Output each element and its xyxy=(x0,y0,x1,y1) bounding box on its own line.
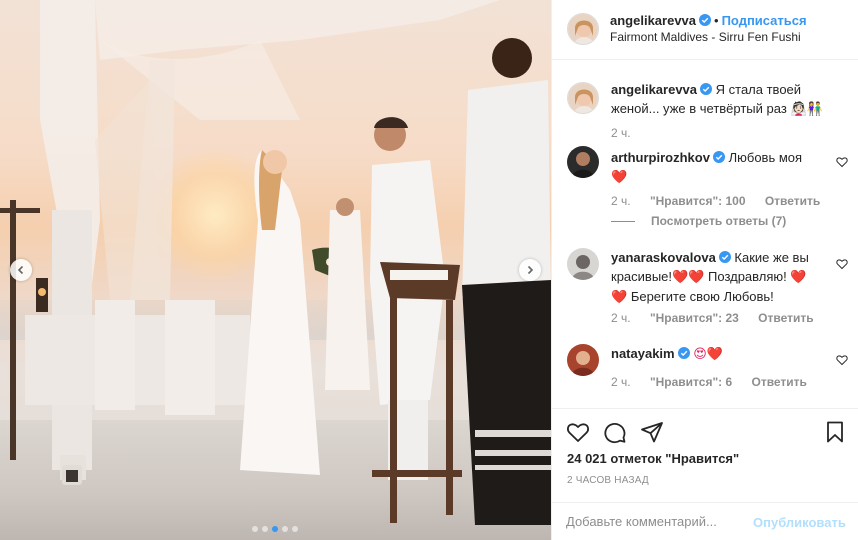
comment-body: Берегите свою Любовь! xyxy=(630,289,774,304)
reply-button[interactable]: Ответить xyxy=(765,194,820,208)
post-side-panel: angelikarevva • Подписаться Fairmont Maldi… xyxy=(551,0,858,540)
bookmark-icon[interactable] xyxy=(823,420,847,444)
avatar-image xyxy=(567,248,599,280)
comment-username[interactable]: arthurpirozhkov xyxy=(611,150,710,165)
caption-avatar[interactable] xyxy=(567,82,599,114)
comment-meta: 2 ч. "Нравится": 23 Ответить xyxy=(611,311,830,325)
comment-emoji: ❤️ xyxy=(611,170,628,185)
share-icon[interactable] xyxy=(640,420,664,444)
avatar-image xyxy=(567,146,599,178)
likes-count[interactable]: 24 021 отметок "Нравится" xyxy=(567,451,739,466)
view-replies-button[interactable]: Посмотреть ответы (7) xyxy=(611,214,786,228)
view-replies-label: Посмотреть ответы (7) xyxy=(651,214,787,228)
comment-input[interactable] xyxy=(566,514,746,529)
comment-meta: 2 ч. "Нравится": 6 Ответить xyxy=(611,375,823,389)
location-link[interactable]: Fairmont Maldives - Sirru Fen Fushi xyxy=(610,30,801,44)
carousel-dot xyxy=(272,526,278,532)
comment-emoji: 😍❤️ xyxy=(693,347,723,362)
carousel-dot xyxy=(292,526,298,532)
comment-body: Поздравляю! xyxy=(708,269,787,284)
author-username[interactable]: angelikarevva xyxy=(610,13,696,28)
comment-likes[interactable]: "Нравится": 6 xyxy=(650,375,732,389)
comment-avatar[interactable] xyxy=(567,146,599,178)
comment-body: красивые! xyxy=(611,269,673,284)
follow-button[interactable]: Подписаться xyxy=(722,13,807,28)
carousel-dot xyxy=(262,526,268,532)
comment-meta: 2 ч. "Нравится": 100 Ответить xyxy=(611,194,836,208)
author-avatar[interactable] xyxy=(567,13,599,45)
caption-text: angelikarevva Я стала твоей женой... уже… xyxy=(611,80,836,119)
comment-body: Какие же вы xyxy=(734,250,809,265)
carousel-dot xyxy=(252,526,258,532)
verified-badge-icon xyxy=(712,151,725,163)
header-separator: • xyxy=(714,13,719,28)
heart-icon[interactable] xyxy=(566,420,590,444)
caption-time[interactable]: 2 ч. xyxy=(611,126,631,140)
like-comment-heart-icon[interactable] xyxy=(836,258,848,270)
comment-body: Любовь моя xyxy=(728,150,803,165)
wedding-scene xyxy=(0,0,551,525)
comment-avatar[interactable] xyxy=(567,344,599,376)
verified-badge-icon xyxy=(677,347,690,359)
verified-badge-icon xyxy=(699,14,712,26)
post-header: angelikarevva • Подписаться Fairmont Maldi… xyxy=(552,0,858,60)
verified-badge-icon xyxy=(700,83,713,95)
comment-text: arthurpirozhkov Любовь моя ❤️ xyxy=(611,148,836,187)
comment-text: natayakim 😍❤️ xyxy=(611,344,836,364)
like-comment-heart-icon[interactable] xyxy=(836,354,848,366)
comment-username[interactable]: yanaraskovalova xyxy=(611,250,716,265)
post-actions: 24 021 отметок "Нравится" 2 ЧАСОВ НАЗАД … xyxy=(552,408,858,540)
comment-username[interactable]: natayakim xyxy=(611,346,675,361)
comment-time[interactable]: 2 ч. xyxy=(611,194,631,208)
post-timestamp[interactable]: 2 ЧАСОВ НАЗАД xyxy=(567,475,649,486)
reply-button[interactable]: Ответить xyxy=(758,311,813,325)
carousel-indicator xyxy=(252,526,298,532)
comment-icon[interactable] xyxy=(603,420,627,444)
post-photo[interactable] xyxy=(0,0,551,540)
add-comment-bar: Опубликовать xyxy=(552,502,858,540)
carousel-prev-button[interactable] xyxy=(10,259,32,281)
heart-emoji: ❤️ xyxy=(611,290,628,305)
comment-time[interactable]: 2 ч. xyxy=(611,375,631,389)
publish-button[interactable]: Опубликовать xyxy=(753,515,846,530)
comment-likes[interactable]: "Нравится": 23 xyxy=(650,311,739,325)
avatar-image xyxy=(567,344,599,376)
comment-time[interactable]: 2 ч. xyxy=(611,311,631,325)
comment-avatar[interactable] xyxy=(567,248,599,280)
comments-list: angelikarevva Я стала твоей женой... уже… xyxy=(552,72,858,408)
header-title-row: angelikarevva • Подписаться xyxy=(610,13,807,28)
heart-emoji: ❤️❤️ xyxy=(672,270,705,285)
chevron-right-icon xyxy=(527,265,534,275)
verified-badge-icon xyxy=(718,251,731,263)
comment-text: yanaraskovalova Какие же вы красивые!❤️❤… xyxy=(611,248,836,307)
carousel-dot xyxy=(282,526,288,532)
avatar-image xyxy=(568,83,598,113)
heart-emoji: ❤️ xyxy=(790,270,807,285)
reply-button[interactable]: Ответить xyxy=(751,375,806,389)
caption-username[interactable]: angelikarevva xyxy=(611,82,697,97)
replies-divider xyxy=(611,221,635,223)
carousel-next-button[interactable] xyxy=(519,259,541,281)
avatar-image xyxy=(568,14,598,44)
chevron-left-icon xyxy=(17,265,24,275)
caption-meta: 2 ч. xyxy=(611,126,647,140)
like-comment-heart-icon[interactable] xyxy=(836,156,848,168)
comment-likes[interactable]: "Нравится": 100 xyxy=(650,194,746,208)
caption-emoji: 👰🏻👫 xyxy=(790,102,823,117)
